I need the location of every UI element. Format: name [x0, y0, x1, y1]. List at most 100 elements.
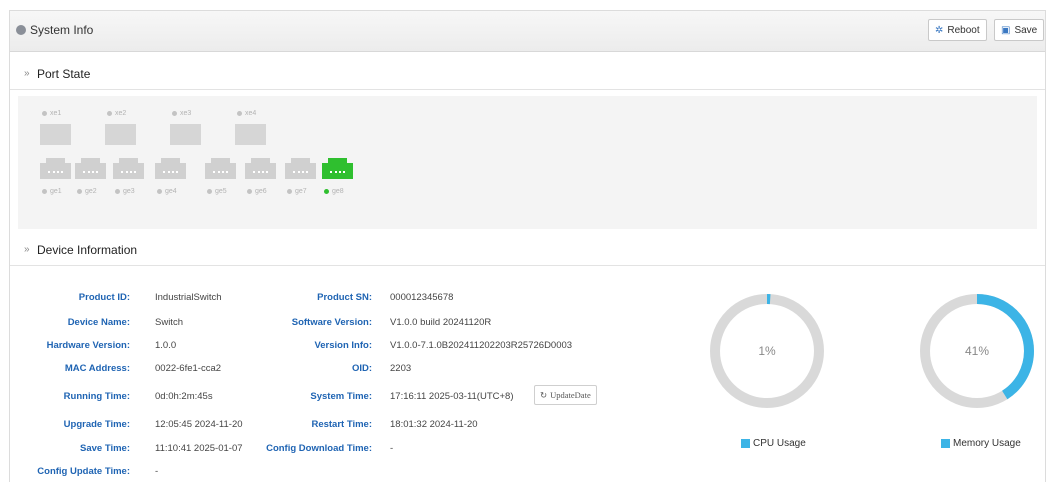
update-date-button[interactable]: ↻ UpdateDate — [534, 385, 597, 405]
chevron-right-icon: » — [24, 68, 30, 79]
port-label: ge2 — [77, 188, 97, 195]
save-button[interactable]: ▣ Save — [994, 19, 1045, 41]
port-pins — [163, 171, 178, 175]
port-status-dot — [207, 188, 212, 194]
info-key: Config Download Time: — [266, 443, 372, 454]
port-ge3[interactable] — [113, 158, 144, 179]
info-value: 1.0.0 — [155, 340, 177, 351]
port-pins — [293, 171, 308, 175]
info-key: Hardware Version: — [46, 340, 130, 351]
info-key: Running Time: — [63, 391, 130, 402]
cpu-usage-value: 1% — [758, 344, 776, 358]
port-label-text: xe2 — [115, 110, 127, 117]
port-label-text: ge6 — [255, 188, 267, 195]
info-value: 0d:0h:2m:45s — [155, 391, 213, 402]
reboot-label: Reboot — [947, 24, 980, 36]
port-label-text: ge1 — [50, 188, 62, 195]
port-status-dot — [77, 188, 82, 194]
port-label-text: ge3 — [123, 188, 135, 195]
port-ge7[interactable] — [285, 158, 316, 179]
system-info-panel: System Info ✲ Reboot ▣ Save » Port State… — [9, 10, 1046, 482]
port-xe1[interactable] — [40, 124, 71, 145]
port-ge6[interactable] — [245, 158, 276, 179]
port-pins — [330, 171, 345, 175]
port-status-dot — [115, 188, 120, 194]
port-label-text: xe4 — [245, 110, 257, 117]
port-status-dot — [107, 110, 112, 116]
info-key: Save Time: — [80, 443, 130, 454]
info-key: Software Version: — [291, 317, 372, 328]
info-key: OID: — [351, 363, 372, 374]
info-value: V1.0.0 build 20241120R — [390, 317, 492, 328]
port-state-header[interactable]: » Port State — [10, 59, 1045, 90]
info-key: Restart Time: — [311, 419, 372, 430]
port-label: xe3 — [172, 110, 191, 117]
info-value: 2203 — [390, 363, 412, 374]
port-label-text: ge5 — [215, 188, 227, 195]
port-label-text: xe3 — [180, 110, 192, 117]
info-key: MAC Address: — [64, 363, 130, 374]
port-pins — [48, 171, 63, 175]
port-label: xe4 — [237, 110, 256, 117]
port-label: ge4 — [157, 188, 177, 195]
port-label-text: ge4 — [165, 188, 177, 195]
info-value: - — [155, 466, 159, 477]
port-status-dot — [172, 110, 177, 116]
port-label: ge3 — [115, 188, 135, 195]
memory-usage-legend: Memory Usage — [941, 438, 1021, 449]
port-label: ge8 — [324, 188, 344, 195]
port-ge5[interactable] — [205, 158, 236, 179]
port-status-dot — [157, 188, 162, 194]
info-key: Version Info: — [314, 340, 372, 351]
port-label: xe2 — [107, 110, 126, 117]
device-info-header[interactable]: » Device Information — [10, 235, 1045, 266]
memory-usage-value: 41% — [964, 344, 990, 358]
info-key: System Time: — [310, 391, 372, 402]
cpu-usage-label: CPU Usage — [753, 438, 806, 449]
port-pins — [121, 171, 136, 175]
cpu-usage-legend: CPU Usage — [741, 438, 806, 449]
update-date-label: UpdateDate — [550, 390, 591, 400]
port-pins — [213, 171, 228, 175]
reboot-button[interactable]: ✲ Reboot — [928, 19, 987, 41]
chevron-right-icon: » — [24, 244, 30, 255]
port-pins — [83, 171, 98, 175]
info-value: 18:01:32 2024-11-20 — [390, 419, 478, 430]
port-ge4[interactable] — [155, 158, 186, 179]
legend-swatch — [741, 439, 750, 448]
port-xe2[interactable] — [105, 124, 136, 145]
port-xe3[interactable] — [170, 124, 201, 145]
port-pins — [253, 171, 268, 175]
port-label: ge1 — [42, 188, 62, 195]
refresh-icon: ↻ — [540, 389, 548, 400]
info-value: 17:16:11 2025-03-11(UTC+8) — [390, 391, 514, 402]
port-label-text: ge8 — [332, 188, 344, 195]
port-status-dot — [237, 110, 242, 116]
port-label: ge7 — [287, 188, 307, 195]
port-label: ge6 — [247, 188, 267, 195]
info-key: Product ID: — [78, 292, 130, 303]
port-xe4[interactable] — [235, 124, 266, 145]
legend-swatch — [941, 439, 950, 448]
port-label-text: ge2 — [85, 188, 97, 195]
port-ge8[interactable] — [322, 158, 353, 179]
port-status-dot — [42, 110, 47, 116]
port-label-text: xe1 — [50, 110, 62, 117]
info-value: 000012345678 — [390, 292, 454, 303]
port-ge1[interactable] — [40, 158, 71, 179]
info-value: 0022-6fe1-cca2 — [155, 363, 222, 374]
port-status-dot — [247, 188, 252, 194]
info-value: - — [390, 443, 394, 454]
port-ge2[interactable] — [75, 158, 106, 179]
info-key: Config Update Time: — [37, 466, 130, 477]
save-icon: ▣ — [1001, 24, 1011, 36]
info-value: IndustrialSwitch — [155, 292, 222, 303]
device-info-title: Device Information — [37, 243, 138, 257]
port-status-dot — [42, 188, 47, 194]
info-icon — [16, 25, 26, 35]
save-label: Save — [1014, 24, 1038, 36]
info-key: Device Name: — [67, 317, 130, 328]
port-label: xe1 — [42, 110, 61, 117]
port-label: ge5 — [207, 188, 227, 195]
info-key: Upgrade Time: — [63, 419, 130, 430]
